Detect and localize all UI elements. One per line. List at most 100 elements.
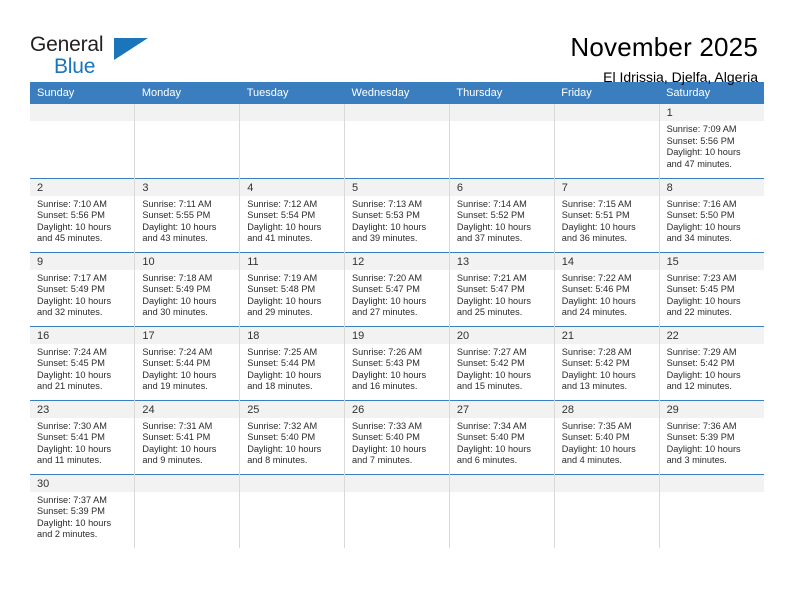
calendar-day-cell[interactable]: 1 Sunrise: 7:09 AM Sunset: 5:56 PM Daylight… bbox=[659, 104, 764, 178]
sunset-text: Sunset: 5:39 PM bbox=[666, 432, 735, 443]
sunset-text: Sunset: 5:49 PM bbox=[142, 284, 211, 295]
sunset-text: Sunset: 5:42 PM bbox=[561, 358, 630, 369]
daylight-text: Daylight: 10 hours and 41 minutes. bbox=[247, 221, 322, 244]
calendar-day-cell[interactable]: 3 Sunrise: 7:11 AM Sunset: 5:55 PM Daylight… bbox=[134, 177, 241, 252]
calendar-cell-empty bbox=[659, 473, 764, 548]
sunset-text: Sunset: 5:51 PM bbox=[561, 210, 630, 221]
sunrise-text: Sunrise: 7:35 AM bbox=[561, 420, 632, 431]
day-details: Sunrise: 7:29 AM Sunset: 5:42 PM Daylight:… bbox=[660, 344, 764, 393]
calendar-day-cell[interactable]: 23 Sunrise: 7:30 AM Sunset: 5:41 PM Dayligh… bbox=[30, 399, 136, 474]
daylight-text: Daylight: 10 hours and 39 minutes. bbox=[352, 221, 427, 244]
sunset-text: Sunset: 5:44 PM bbox=[142, 358, 211, 369]
sunrise-text: Sunrise: 7:15 AM bbox=[561, 198, 632, 209]
sunset-text: Sunset: 5:43 PM bbox=[352, 358, 420, 369]
daylight-text: Daylight: 10 hours and 32 minutes. bbox=[37, 295, 112, 318]
calendar-day-cell[interactable]: 11 Sunrise: 7:19 AM Sunset: 5:48 PM Dayligh… bbox=[239, 251, 346, 326]
day-number: 13 bbox=[449, 252, 554, 270]
calendar-day-cell[interactable]: 15 Sunrise: 7:23 AM Sunset: 5:45 PM Dayligh… bbox=[659, 251, 764, 326]
day-number: 3 bbox=[135, 178, 240, 196]
calendar-day-cell[interactable]: 10 Sunrise: 7:18 AM Sunset: 5:49 PM Dayligh… bbox=[134, 251, 241, 326]
calendar-day-cell[interactable]: 2 Sunrise: 7:10 AM Sunset: 5:56 PM Daylight… bbox=[30, 177, 136, 252]
calendar-day-cell[interactable]: 12 Sunrise: 7:20 AM Sunset: 5:47 PM Dayligh… bbox=[344, 251, 450, 326]
calendar-cell-empty bbox=[239, 473, 346, 548]
calendar-day-cell[interactable]: 20 Sunrise: 7:27 AM Sunset: 5:42 PM Dayligh… bbox=[449, 325, 555, 400]
day-details: Sunrise: 7:36 AM Sunset: 5:39 PM Daylight:… bbox=[660, 418, 764, 467]
calendar-week-row: 9 Sunrise: 7:17 AM Sunset: 5:49 PM Daylight… bbox=[30, 251, 764, 326]
daylight-text: Daylight: 10 hours and 13 minutes. bbox=[561, 369, 636, 392]
daylight-text: Daylight: 10 hours and 6 minutes. bbox=[456, 443, 531, 466]
weekday-header-thursday: Thursday bbox=[449, 82, 555, 104]
day-details: Sunrise: 7:09 AM Sunset: 5:56 PM Daylight:… bbox=[660, 121, 764, 170]
weekday-header-wednesday: Wednesday bbox=[344, 82, 450, 104]
sunset-text: Sunset: 5:53 PM bbox=[352, 210, 420, 221]
day-details: Sunrise: 7:19 AM Sunset: 5:48 PM Daylight:… bbox=[240, 270, 344, 319]
day-number: 25 bbox=[240, 400, 345, 418]
daylight-text: Daylight: 10 hours and 22 minutes. bbox=[666, 295, 741, 318]
day-number bbox=[659, 474, 764, 492]
calendar-day-cell[interactable]: 19 Sunrise: 7:26 AM Sunset: 5:43 PM Dayligh… bbox=[344, 325, 450, 400]
calendar-day-cell[interactable]: 29 Sunrise: 7:36 AM Sunset: 5:39 PM Dayligh… bbox=[659, 399, 764, 474]
daylight-text: Daylight: 10 hours and 47 minutes. bbox=[666, 147, 741, 169]
calendar-day-cell[interactable]: 28 Sunrise: 7:35 AM Sunset: 5:40 PM Dayligh… bbox=[554, 399, 660, 474]
sunrise-text: Sunrise: 7:37 AM bbox=[37, 494, 107, 505]
calendar-day-cell[interactable]: 14 Sunrise: 7:22 AM Sunset: 5:46 PM Dayligh… bbox=[554, 251, 660, 326]
sunrise-text: Sunrise: 7:12 AM bbox=[247, 198, 318, 209]
calendar-day-cell[interactable]: 18 Sunrise: 7:25 AM Sunset: 5:44 PM Dayligh… bbox=[239, 325, 346, 400]
day-number: 18 bbox=[240, 326, 345, 344]
day-number: 6 bbox=[449, 178, 554, 196]
sunrise-text: Sunrise: 7:13 AM bbox=[352, 198, 422, 209]
sunset-text: Sunset: 5:47 PM bbox=[352, 284, 420, 295]
sunrise-text: Sunrise: 7:25 AM bbox=[247, 346, 318, 357]
calendar-day-cell[interactable]: 22 Sunrise: 7:29 AM Sunset: 5:42 PM Dayligh… bbox=[659, 325, 764, 400]
day-details: Sunrise: 7:34 AM Sunset: 5:40 PM Daylight:… bbox=[450, 418, 554, 467]
sunrise-text: Sunrise: 7:34 AM bbox=[456, 420, 527, 431]
sunset-text: Sunset: 5:45 PM bbox=[666, 284, 735, 295]
calendar-day-cell[interactable]: 17 Sunrise: 7:24 AM Sunset: 5:44 PM Dayligh… bbox=[134, 325, 241, 400]
day-number bbox=[240, 474, 345, 492]
day-details: Sunrise: 7:20 AM Sunset: 5:47 PM Daylight:… bbox=[345, 270, 449, 319]
sunrise-text: Sunrise: 7:14 AM bbox=[456, 198, 527, 209]
day-details: Sunrise: 7:27 AM Sunset: 5:42 PM Daylight:… bbox=[450, 344, 554, 393]
day-details: Sunrise: 7:21 AM Sunset: 5:47 PM Daylight:… bbox=[450, 270, 554, 319]
day-details: Sunrise: 7:24 AM Sunset: 5:45 PM Daylight:… bbox=[30, 344, 134, 393]
day-number: 15 bbox=[659, 252, 764, 270]
calendar-cell-empty bbox=[134, 104, 241, 178]
sunrise-text: Sunrise: 7:27 AM bbox=[456, 346, 527, 357]
calendar-day-cell[interactable]: 21 Sunrise: 7:28 AM Sunset: 5:42 PM Dayligh… bbox=[554, 325, 660, 400]
sunset-text: Sunset: 5:52 PM bbox=[456, 210, 525, 221]
daylight-text: Daylight: 10 hours and 19 minutes. bbox=[142, 369, 217, 392]
day-number: 23 bbox=[30, 400, 135, 418]
calendar-day-cell[interactable]: 9 Sunrise: 7:17 AM Sunset: 5:49 PM Daylight… bbox=[30, 251, 136, 326]
sunrise-text: Sunrise: 7:30 AM bbox=[37, 420, 107, 431]
calendar-day-cell[interactable]: 24 Sunrise: 7:31 AM Sunset: 5:41 PM Dayligh… bbox=[134, 399, 241, 474]
general-blue-logo[interactable]: General Blue bbox=[30, 30, 150, 90]
calendar-day-cell[interactable]: 25 Sunrise: 7:32 AM Sunset: 5:40 PM Dayligh… bbox=[239, 399, 346, 474]
calendar-cell-empty bbox=[344, 104, 450, 178]
day-details: Sunrise: 7:32 AM Sunset: 5:40 PM Daylight:… bbox=[240, 418, 344, 467]
day-details: Sunrise: 7:11 AM Sunset: 5:55 PM Daylight:… bbox=[135, 196, 239, 245]
sunset-text: Sunset: 5:44 PM bbox=[247, 358, 316, 369]
calendar-day-cell[interactable]: 26 Sunrise: 7:33 AM Sunset: 5:40 PM Dayligh… bbox=[344, 399, 450, 474]
sunrise-text: Sunrise: 7:09 AM bbox=[666, 124, 737, 134]
calendar-day-cell[interactable]: 7 Sunrise: 7:15 AM Sunset: 5:51 PM Daylight… bbox=[554, 177, 660, 252]
daylight-text: Daylight: 10 hours and 36 minutes. bbox=[561, 221, 636, 244]
calendar-day-cell[interactable]: 30 Sunrise: 7:37 AM Sunset: 5:39 PM Dayligh… bbox=[30, 473, 136, 548]
day-details: Sunrise: 7:12 AM Sunset: 5:54 PM Daylight:… bbox=[240, 196, 344, 245]
calendar-day-cell[interactable]: 8 Sunrise: 7:16 AM Sunset: 5:50 PM Daylight… bbox=[659, 177, 764, 252]
day-details: Sunrise: 7:17 AM Sunset: 5:49 PM Daylight:… bbox=[30, 270, 134, 319]
calendar-week-row: 30 Sunrise: 7:37 AM Sunset: 5:39 PM Dayligh… bbox=[30, 473, 764, 548]
sunset-text: Sunset: 5:40 PM bbox=[561, 432, 630, 443]
daylight-text: Daylight: 10 hours and 30 minutes. bbox=[142, 295, 217, 318]
calendar-day-cell[interactable]: 4 Sunrise: 7:12 AM Sunset: 5:54 PM Daylight… bbox=[239, 177, 346, 252]
day-number: 27 bbox=[449, 400, 554, 418]
calendar-day-cell[interactable]: 13 Sunrise: 7:21 AM Sunset: 5:47 PM Dayligh… bbox=[449, 251, 555, 326]
calendar-day-cell[interactable]: 6 Sunrise: 7:14 AM Sunset: 5:52 PM Daylight… bbox=[449, 177, 555, 252]
sunrise-text: Sunrise: 7:10 AM bbox=[37, 198, 107, 209]
calendar-day-cell[interactable]: 27 Sunrise: 7:34 AM Sunset: 5:40 PM Dayligh… bbox=[449, 399, 555, 474]
calendar-day-cell[interactable]: 5 Sunrise: 7:13 AM Sunset: 5:53 PM Daylight… bbox=[344, 177, 450, 252]
daylight-text: Daylight: 10 hours and 29 minutes. bbox=[247, 295, 322, 318]
calendar-day-cell[interactable]: 16 Sunrise: 7:24 AM Sunset: 5:45 PM Dayligh… bbox=[30, 325, 136, 400]
day-details: Sunrise: 7:31 AM Sunset: 5:41 PM Daylight:… bbox=[135, 418, 239, 467]
day-number: 22 bbox=[659, 326, 764, 344]
daylight-text: Daylight: 10 hours and 34 minutes. bbox=[666, 221, 741, 244]
